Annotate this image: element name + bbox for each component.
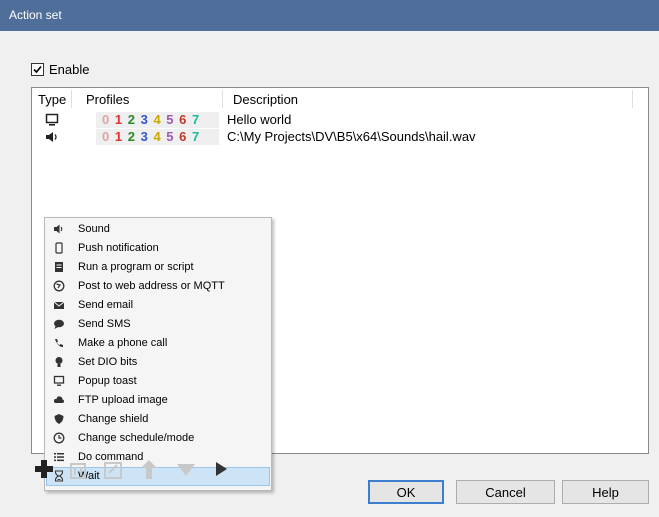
profile-4: 4 <box>153 112 162 127</box>
menu-item-send-email[interactable]: Send email <box>46 296 270 315</box>
arrow-down-icon[interactable] <box>175 458 197 480</box>
menu-item-label: Send email <box>78 299 134 311</box>
lightbulb-icon <box>55 357 63 367</box>
menu-item-label: Make a phone call <box>78 337 168 349</box>
column-profiles[interactable]: Profiles <box>86 92 129 107</box>
globe-icon <box>53 280 65 292</box>
profile-6: 6 <box>179 129 188 144</box>
menu-item-label: Change shield <box>78 413 149 425</box>
phone-icon <box>55 242 63 254</box>
profile-1: 1 <box>114 112 124 127</box>
menu-item-run-program[interactable]: Run a program or script <box>46 258 270 277</box>
menu-item-label: Send SMS <box>78 318 131 330</box>
trash-icon[interactable] <box>67 458 89 480</box>
title-bar: Action set <box>0 0 659 31</box>
clock-icon <box>53 432 65 444</box>
arrow-right-icon[interactable] <box>210 458 232 480</box>
speaker-icon <box>46 132 57 142</box>
window-title: Action set <box>9 8 62 22</box>
menu-item-phone-call[interactable]: Make a phone call <box>46 334 270 353</box>
enable-checkbox[interactable]: Enable <box>31 60 89 78</box>
profile-0: 0 <box>102 129 111 144</box>
menu-item-change-shield[interactable]: Change shield <box>46 410 270 429</box>
profile-2: 2 <box>127 129 136 144</box>
profile-7: 7 <box>192 129 201 144</box>
menu-item-popup-toast[interactable]: Popup toast <box>46 372 270 391</box>
list-row[interactable]: 0 1 2 3 4 5 6 7 Hello world <box>32 112 648 128</box>
menu-item-label: Post to web address or MQTT <box>78 280 225 292</box>
menu-item-ftp-upload[interactable]: FTP upload image <box>46 391 270 410</box>
cancel-button[interactable]: Cancel <box>456 480 555 504</box>
enable-label: Enable <box>49 61 90 77</box>
phone-call-icon <box>55 339 63 348</box>
column-separator[interactable] <box>71 90 72 108</box>
profile-0: 0 <box>102 112 111 127</box>
plus-icon[interactable] <box>33 458 55 480</box>
menu-item-set-dio[interactable]: Set DIO bits <box>46 353 270 372</box>
profile-3: 3 <box>140 112 149 127</box>
menu-item-label: Set DIO bits <box>78 356 138 368</box>
menu-item-change-schedule[interactable]: Change schedule/mode <box>46 429 270 448</box>
help-button[interactable]: Help <box>562 480 649 504</box>
chat-bubble-icon <box>54 319 64 329</box>
menu-item-label: FTP upload image <box>78 394 168 406</box>
list-row[interactable]: 0 1 2 3 4 5 6 7 C:\My Projects\DV\B5\x64… <box>32 129 648 145</box>
menu-item-push-notification[interactable]: Push notification <box>46 239 270 258</box>
menu-item-label: Change schedule/mode <box>78 432 195 444</box>
list-header: Type Profiles Description <box>32 88 648 110</box>
profiles-cell: 0 1 2 3 4 5 6 7 <box>96 129 219 145</box>
column-separator[interactable] <box>222 90 223 108</box>
script-icon <box>55 262 63 272</box>
menu-item-send-sms[interactable]: Send SMS <box>46 315 270 334</box>
profiles-cell: 0 1 2 3 4 5 6 7 <box>96 112 219 128</box>
menu-item-post-web[interactable]: Post to web address or MQTT <box>46 277 270 296</box>
column-type[interactable]: Type <box>38 92 66 107</box>
arrow-up-icon[interactable] <box>138 458 160 480</box>
profile-2: 2 <box>127 112 136 127</box>
edit-icon[interactable] <box>102 458 124 480</box>
profile-5: 5 <box>166 129 175 144</box>
envelope-icon <box>53 301 65 309</box>
profile-3: 3 <box>140 129 149 144</box>
column-separator[interactable] <box>632 90 633 108</box>
menu-item-label: Sound <box>78 223 110 235</box>
cloud-upload-icon <box>53 396 65 403</box>
profile-5: 5 <box>166 112 175 127</box>
profile-6: 6 <box>179 112 188 127</box>
menu-item-sound[interactable]: Sound <box>46 220 270 239</box>
monitor-icon <box>45 113 59 126</box>
menu-item-label: Run a program or script <box>78 261 194 273</box>
add-action-menu: Sound Push notification Run a program or… <box>44 217 272 491</box>
menu-item-label: Push notification <box>78 242 159 254</box>
profile-1: 1 <box>114 129 124 144</box>
checkmark-icon <box>33 65 42 73</box>
monitor-icon <box>53 375 65 386</box>
profile-4: 4 <box>153 129 162 144</box>
profile-7: 7 <box>192 112 201 127</box>
ok-button[interactable]: OK <box>368 480 444 504</box>
menu-item-label: Popup toast <box>78 375 137 387</box>
checkbox-box[interactable] <box>31 62 44 76</box>
description-cell: C:\My Projects\DV\B5\x64\Sounds\hail.wav <box>227 129 476 144</box>
description-cell: Hello world <box>227 112 292 127</box>
column-description[interactable]: Description <box>233 92 298 107</box>
shield-icon <box>54 414 64 424</box>
speaker-icon <box>54 224 63 234</box>
